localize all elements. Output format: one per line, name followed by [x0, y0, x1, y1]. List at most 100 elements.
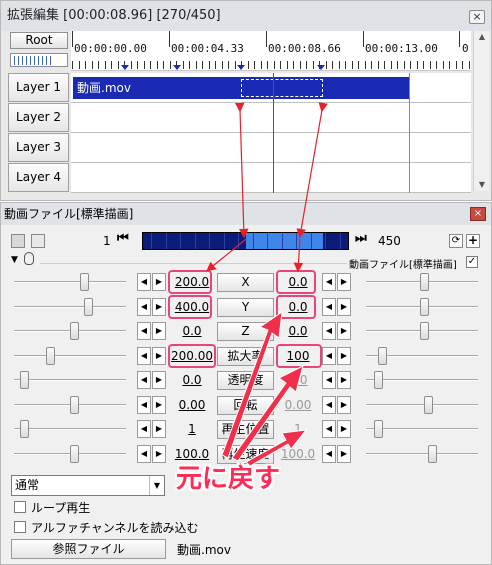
timeline-vertical-scrollbar[interactable]: ▲ ▼ — [473, 31, 489, 191]
left-slider-track[interactable] — [14, 379, 126, 381]
right-decrement-button[interactable]: ◀ — [322, 420, 336, 438]
start-value[interactable]: 0.0 — [170, 371, 214, 389]
right-slider-thumb[interactable] — [420, 297, 429, 316]
left-increment-button[interactable]: ▶ — [152, 420, 166, 438]
time-ruler[interactable]: 00:00:00.00 00:00:04.33 00:00:08.66 00:0… — [71, 31, 471, 71]
left-slider-track[interactable] — [14, 428, 126, 430]
loop-checkbox[interactable] — [14, 501, 26, 513]
right-decrement-button[interactable]: ◀ — [322, 395, 336, 414]
left-increment-button[interactable]: ▶ — [152, 346, 166, 365]
end-value[interactable]: 0.0 — [276, 371, 320, 389]
end-value[interactable]: 0.00 — [276, 396, 320, 414]
prev-keyframe-icon[interactable]: ⏮ — [117, 231, 129, 246]
add-filter-icon[interactable]: + — [466, 234, 480, 248]
left-slider-thumb[interactable] — [20, 420, 29, 438]
left-decrement-button[interactable]: ◀ — [137, 273, 151, 291]
left-decrement-button[interactable]: ◀ — [137, 371, 151, 389]
right-slider-thumb[interactable] — [374, 420, 383, 438]
right-slider-thumb[interactable] — [428, 444, 437, 463]
left-slider-track[interactable] — [14, 354, 126, 357]
right-increment-button[interactable]: ▶ — [337, 444, 351, 463]
left-slider-thumb[interactable] — [84, 297, 93, 316]
blend-mode-select[interactable]: 通常 ▼ — [11, 475, 165, 496]
parameter-button[interactable]: 拡大率 — [217, 346, 274, 366]
filter-enable-checkbox[interactable]: ✓ — [466, 256, 478, 268]
layer-3-track[interactable] — [71, 133, 471, 163]
end-value[interactable]: 1 — [276, 420, 320, 438]
right-decrement-button[interactable]: ◀ — [322, 346, 336, 365]
timeline-close-button[interactable]: × — [469, 10, 485, 24]
clipping-icon[interactable] — [31, 234, 45, 248]
right-slider-thumb[interactable] — [424, 395, 433, 414]
layer-1-track[interactable]: 動画.mov — [71, 73, 471, 103]
parameter-button[interactable]: 回転 — [217, 395, 274, 415]
left-decrement-button[interactable]: ◀ — [137, 322, 151, 340]
left-increment-button[interactable]: ▶ — [152, 273, 166, 291]
parameter-button[interactable]: Y — [217, 297, 274, 317]
left-slider-thumb[interactable] — [20, 371, 29, 389]
left-decrement-button[interactable]: ◀ — [137, 395, 151, 414]
right-decrement-button[interactable]: ◀ — [322, 444, 336, 463]
alpha-checkbox[interactable] — [14, 521, 26, 533]
right-decrement-button[interactable]: ◀ — [322, 297, 336, 316]
end-value[interactable]: 100.0 — [276, 445, 320, 463]
right-decrement-button[interactable]: ◀ — [322, 273, 336, 291]
left-increment-button[interactable]: ▶ — [152, 371, 166, 389]
left-slider-track[interactable] — [14, 305, 126, 308]
layer-2-track[interactable] — [71, 103, 471, 133]
left-slider-thumb[interactable] — [70, 444, 79, 463]
settings-close-button[interactable]: × — [470, 207, 486, 221]
next-keyframe-icon[interactable]: ⏭ — [355, 231, 367, 246]
camera-control-icon[interactable] — [11, 234, 25, 248]
layer-1-label[interactable]: Layer 1 — [8, 73, 69, 102]
left-increment-button[interactable]: ▶ — [152, 395, 166, 414]
start-value[interactable]: 0.00 — [170, 396, 214, 414]
zoom-slider[interactable] — [10, 53, 68, 67]
scroll-up-icon[interactable]: ▲ — [476, 32, 488, 42]
left-decrement-button[interactable]: ◀ — [137, 346, 151, 365]
right-increment-button[interactable]: ▶ — [337, 273, 351, 291]
dropdown-arrow-icon[interactable]: ▼ — [149, 476, 164, 495]
layer-4-label[interactable]: Layer 4 — [8, 163, 69, 192]
left-slider-thumb[interactable] — [70, 395, 79, 414]
left-increment-button[interactable]: ▶ — [152, 444, 166, 463]
right-increment-button[interactable]: ▶ — [337, 395, 351, 414]
right-increment-button[interactable]: ▶ — [337, 346, 351, 365]
right-decrement-button[interactable]: ◀ — [322, 322, 336, 340]
playhead-line[interactable] — [273, 73, 274, 193]
left-increment-button[interactable]: ▶ — [152, 322, 166, 340]
video-clip[interactable]: 動画.mov — [73, 77, 409, 99]
right-slider-track[interactable] — [366, 452, 478, 455]
layer-4-track[interactable] — [71, 163, 471, 193]
parameter-button[interactable]: 透明度 — [217, 371, 274, 390]
right-increment-button[interactable]: ▶ — [337, 297, 351, 316]
parameter-button[interactable]: 再生位置 — [217, 420, 274, 439]
parameter-button[interactable]: Z — [217, 322, 274, 341]
left-slider-thumb[interactable] — [70, 322, 79, 340]
end-value[interactable]: 0.0 — [276, 322, 320, 340]
left-slider-thumb[interactable] — [80, 273, 89, 291]
scroll-down-icon[interactable]: ▼ — [476, 180, 488, 190]
refresh-icon[interactable]: ⟳ — [449, 234, 463, 248]
left-increment-button[interactable]: ▶ — [152, 297, 166, 316]
layer-2-label[interactable]: Layer 2 — [8, 103, 69, 132]
left-decrement-button[interactable]: ◀ — [137, 444, 151, 463]
right-increment-button[interactable]: ▶ — [337, 420, 351, 438]
start-value[interactable]: 1 — [170, 420, 214, 438]
collapse-triangle-icon[interactable]: ▼ — [11, 255, 18, 265]
right-increment-button[interactable]: ▶ — [337, 322, 351, 340]
left-decrement-button[interactable]: ◀ — [137, 420, 151, 438]
right-slider-thumb[interactable] — [378, 346, 387, 365]
frame-bar[interactable] — [142, 232, 349, 250]
right-decrement-button[interactable]: ◀ — [322, 371, 336, 389]
left-decrement-button[interactable]: ◀ — [137, 297, 151, 316]
left-slider-thumb[interactable] — [46, 346, 55, 365]
right-increment-button[interactable]: ▶ — [337, 371, 351, 389]
left-slider-track[interactable] — [14, 281, 126, 283]
right-slider-thumb[interactable] — [420, 273, 429, 291]
root-button[interactable]: Root — [10, 32, 68, 49]
reference-file-button[interactable]: 参照ファイル — [11, 539, 166, 559]
right-slider-track[interactable] — [366, 403, 478, 406]
right-slider-thumb[interactable] — [420, 322, 429, 340]
start-value[interactable]: 0.0 — [170, 322, 214, 340]
